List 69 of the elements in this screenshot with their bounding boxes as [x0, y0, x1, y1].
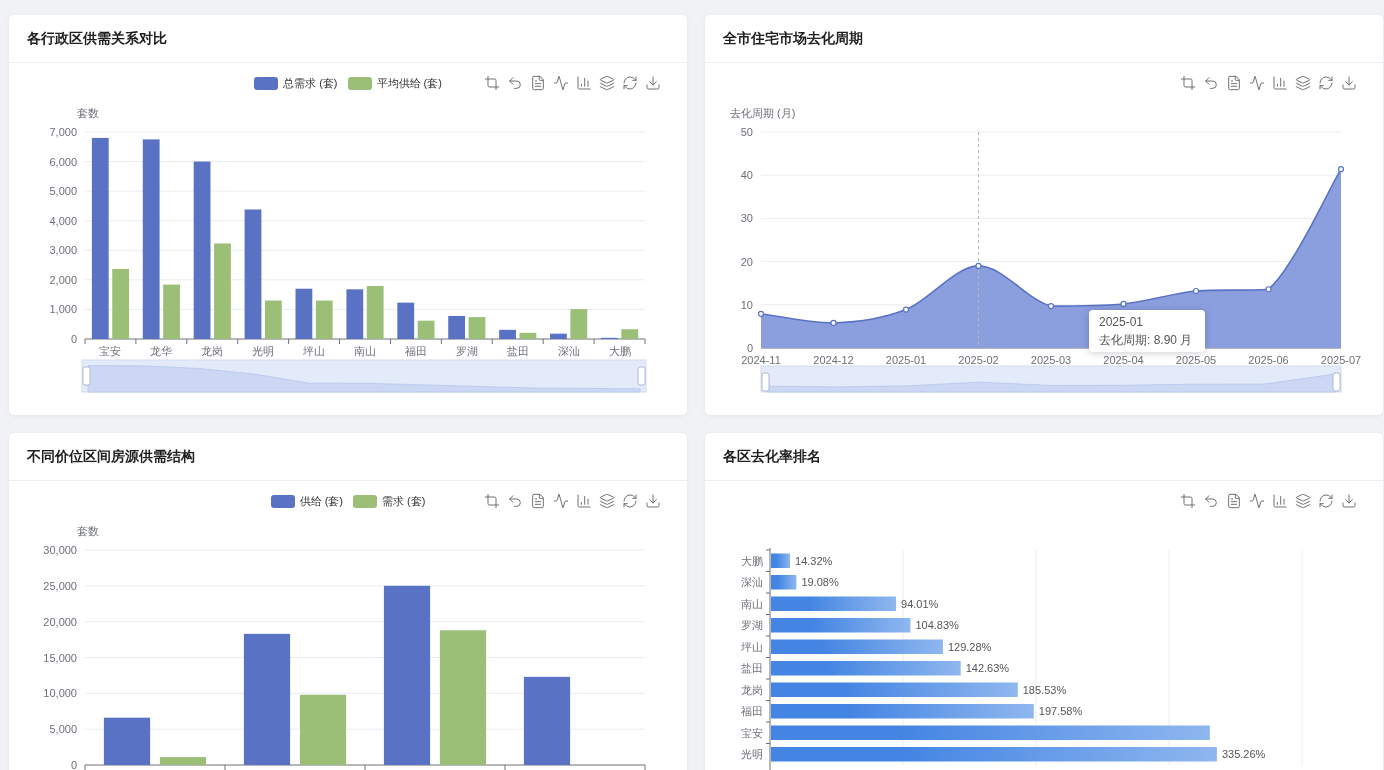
- data-label: 129.28%: [947, 640, 992, 653]
- axis-title: 套数: [77, 525, 99, 537]
- axis-tick-label: 30: [740, 212, 753, 225]
- axis-category-label: 龙岗: [741, 683, 763, 696]
- axis-tick-label: 20: [740, 255, 753, 268]
- axis-tick-label: 1,000: [49, 303, 77, 316]
- axis-category-label: 大鹏: [741, 554, 763, 567]
- data-label: 197.58%: [1038, 705, 1083, 718]
- axis-tick-label: 4,000: [49, 214, 77, 227]
- axis-tick-label: 20,000: [43, 615, 77, 628]
- card-title: 各区去化率排名: [723, 447, 821, 466]
- card-title: 全市住宅市场去化周期: [723, 29, 863, 48]
- axis-category-label: 盐田: [506, 345, 529, 357]
- axis-category-label: 深汕: [741, 576, 763, 589]
- axis-category-label: 福田: [741, 705, 763, 718]
- axis-category-label: 罗湖: [455, 345, 478, 357]
- axis-category-label: 宝安: [99, 345, 122, 357]
- data-label: 14.32%: [795, 554, 833, 567]
- data-label: 94.01%: [901, 597, 939, 610]
- data-label: 185.53%: [1022, 683, 1067, 696]
- axis-category-label: 2025-07: [1320, 354, 1362, 366]
- axis-tick-label: 3,000: [49, 244, 77, 257]
- card-title: 各行政区供需关系对比: [27, 29, 167, 48]
- axis-category-label: 光明: [741, 748, 763, 761]
- data-label: 19.08%: [801, 576, 839, 589]
- axis-category-label: 2025-04: [1103, 354, 1144, 366]
- axis-category-label: 龙华: [150, 345, 173, 357]
- axis-tick-label: 0: [746, 342, 753, 354]
- axis-title: 去化周期 (月): [730, 107, 796, 119]
- axis-tick-label: 7,000: [49, 126, 77, 138]
- axis-category-label: 南山: [354, 345, 376, 357]
- axis-tick-label: 0: [70, 333, 77, 345]
- axis-title: 套数: [77, 107, 99, 119]
- axis-tick-label: 5,000: [49, 185, 77, 198]
- axis-tick-label: 6,000: [49, 155, 77, 168]
- axis-category-label: 2025-05: [1175, 354, 1217, 366]
- axis-category-label: 南山: [741, 597, 763, 610]
- axis-tick-label: 2,000: [49, 273, 77, 286]
- tooltip-value: 去化周期: 8.90 月: [1099, 332, 1194, 348]
- data-label: 104.83%: [915, 619, 959, 632]
- axis-category-label: 2025-01: [885, 354, 927, 366]
- axis-category-label: 龙岗: [201, 345, 224, 357]
- data-label: 335.26%: [1221, 748, 1266, 761]
- axis-category-label: 福田: [404, 345, 427, 357]
- axis-category-label: 大鹏: [608, 345, 631, 357]
- axis-category-label: 2025-03: [1030, 354, 1072, 366]
- axis-category-label: 2024-11: [741, 354, 781, 366]
- axis-category-label: 深汕: [557, 345, 580, 357]
- data-label: 142.63%: [965, 662, 1010, 675]
- axis-category-label: 2025-02: [958, 354, 999, 366]
- card-title: 不同价位区间房源供需结构: [27, 447, 195, 466]
- axis-category-label: 盐田: [741, 662, 763, 675]
- axis-category-label: 2025-06: [1248, 354, 1289, 366]
- axis-tick-label: 25,000: [43, 579, 77, 592]
- axis-category-label: 光明: [252, 345, 275, 357]
- axis-tick-label: 30,000: [43, 544, 77, 556]
- axis-category-label: 坪山: [303, 345, 326, 357]
- axis-category-label: 宝安: [741, 726, 763, 739]
- axis-tick-label: 0: [70, 759, 77, 770]
- axis-tick-label: 15,000: [43, 651, 77, 664]
- axis-tick-label: 10,000: [43, 687, 77, 700]
- axis-tick-label: 50: [740, 126, 753, 138]
- axis-category-label: 坪山: [741, 640, 763, 653]
- tooltip-title: 2025-01: [1099, 314, 1145, 330]
- axis-tick-label: 10: [740, 298, 753, 311]
- axis-tick-label: 40: [740, 169, 753, 182]
- axis-category-label: 罗湖: [741, 619, 763, 632]
- axis-category-label: 2024-12: [813, 354, 854, 366]
- axis-tick-label: 5,000: [49, 723, 77, 736]
